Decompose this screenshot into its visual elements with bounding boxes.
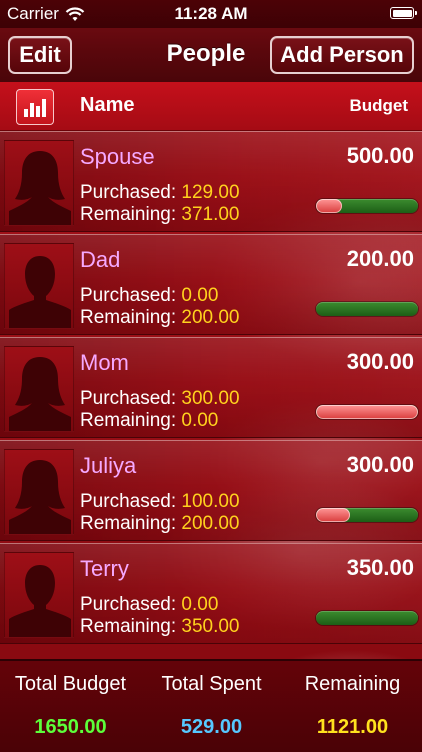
add-person-button[interactable]: Add Person	[270, 36, 414, 74]
remaining-label: Remaining:	[80, 307, 177, 328]
person-budget: 300.00	[346, 349, 414, 374]
budget-progress-bar	[316, 611, 418, 625]
remaining-total-label: Remaining	[304, 673, 401, 695]
remaining-value: 200.00	[181, 513, 240, 534]
person-budget: 350.00	[346, 555, 414, 580]
female-avatar-icon	[4, 140, 74, 226]
name-column-header: Name	[80, 94, 135, 116]
person-row[interactable]: Mom 300.00 Purchased: 300.00 Remaining: …	[0, 337, 422, 438]
person-budget: 500.00	[346, 143, 414, 168]
female-avatar-icon	[4, 346, 74, 432]
edit-button[interactable]: Edit	[8, 36, 72, 74]
status-time: 11:28 AM	[174, 4, 248, 23]
spent-fill	[316, 199, 343, 213]
list-header: Name Budget	[0, 82, 422, 131]
spent-fill	[316, 508, 350, 522]
remaining-line: Remaining: 200.00	[80, 307, 240, 329]
page-title: People	[166, 40, 246, 67]
person-row[interactable]: Juliya 300.00 Purchased: 100.00 Remainin…	[0, 440, 422, 541]
purchased-label: Purchased:	[80, 491, 177, 512]
purchased-value: 0.00	[181, 594, 219, 615]
purchased-line: Purchased: 100.00	[80, 491, 240, 513]
person-name: Dad	[80, 247, 121, 272]
total-spent-value: 529.00	[180, 716, 243, 738]
purchased-line: Purchased: 129.00	[80, 182, 240, 204]
total-spent-label: Total Spent	[161, 673, 262, 695]
remaining-total-value: 1121.00	[316, 716, 389, 738]
purchased-label: Purchased:	[80, 388, 177, 409]
remaining-line: Remaining: 200.00	[80, 513, 240, 535]
person-budget: 300.00	[346, 452, 414, 477]
purchased-label: Purchased:	[80, 182, 177, 203]
remaining-value: 0.00	[181, 410, 219, 431]
total-budget-label: Total Budget	[14, 673, 127, 695]
person-row[interactable]: Spouse 500.00 Purchased: 129.00 Remainin…	[0, 131, 422, 232]
purchased-value: 100.00	[181, 491, 240, 512]
budget-progress-bar	[316, 508, 418, 522]
remaining-value: 371.00	[181, 204, 240, 225]
person-name: Juliya	[80, 453, 137, 478]
person-row[interactable]: Terry 350.00 Purchased: 0.00 Remaining: …	[0, 543, 422, 644]
purchased-value: 300.00	[181, 388, 240, 409]
budget-progress-bar	[316, 405, 418, 419]
person-name: Terry	[80, 556, 129, 581]
spent-fill	[316, 405, 418, 419]
remaining-label: Remaining:	[80, 410, 177, 431]
budget-progress-bar	[316, 199, 418, 213]
status-bar: Carrier 11:28 AM	[0, 0, 422, 28]
remaining-value: 200.00	[181, 307, 240, 328]
purchased-line: Purchased: 0.00	[80, 285, 218, 307]
male-avatar-icon	[4, 243, 74, 329]
remaining-line: Remaining: 350.00	[80, 616, 240, 638]
remaining-label: Remaining:	[80, 513, 177, 534]
person-name: Spouse	[80, 144, 155, 169]
purchased-label: Purchased:	[80, 594, 177, 615]
battery-icon	[390, 7, 417, 19]
purchased-value: 129.00	[181, 182, 240, 203]
female-avatar-icon	[4, 449, 74, 535]
remaining-value: 350.00	[181, 616, 240, 637]
bar-chart-icon[interactable]	[16, 89, 54, 125]
person-budget: 200.00	[346, 246, 414, 271]
total-budget-value: 1650.00	[34, 716, 107, 738]
remaining-line: Remaining: 371.00	[80, 204, 240, 226]
purchased-line: Purchased: 0.00	[80, 594, 218, 616]
remaining-label: Remaining:	[80, 616, 177, 637]
navigation-bar: Edit People Add Person	[0, 28, 422, 83]
purchased-line: Purchased: 300.00	[80, 388, 240, 410]
remaining-line: Remaining: 0.00	[80, 410, 218, 432]
male-avatar-icon	[4, 552, 74, 638]
person-name: Mom	[80, 350, 129, 375]
purchased-value: 0.00	[181, 285, 219, 306]
remaining-label: Remaining:	[80, 204, 177, 225]
budget-progress-bar	[316, 302, 418, 316]
person-row[interactable]: Dad 200.00 Purchased: 0.00 Remaining: 20…	[0, 234, 422, 335]
totals-footer: Total Budget 1650.00 Total Spent 529.00 …	[0, 659, 422, 752]
budget-column-header: Budget	[349, 96, 408, 115]
purchased-label: Purchased:	[80, 285, 177, 306]
